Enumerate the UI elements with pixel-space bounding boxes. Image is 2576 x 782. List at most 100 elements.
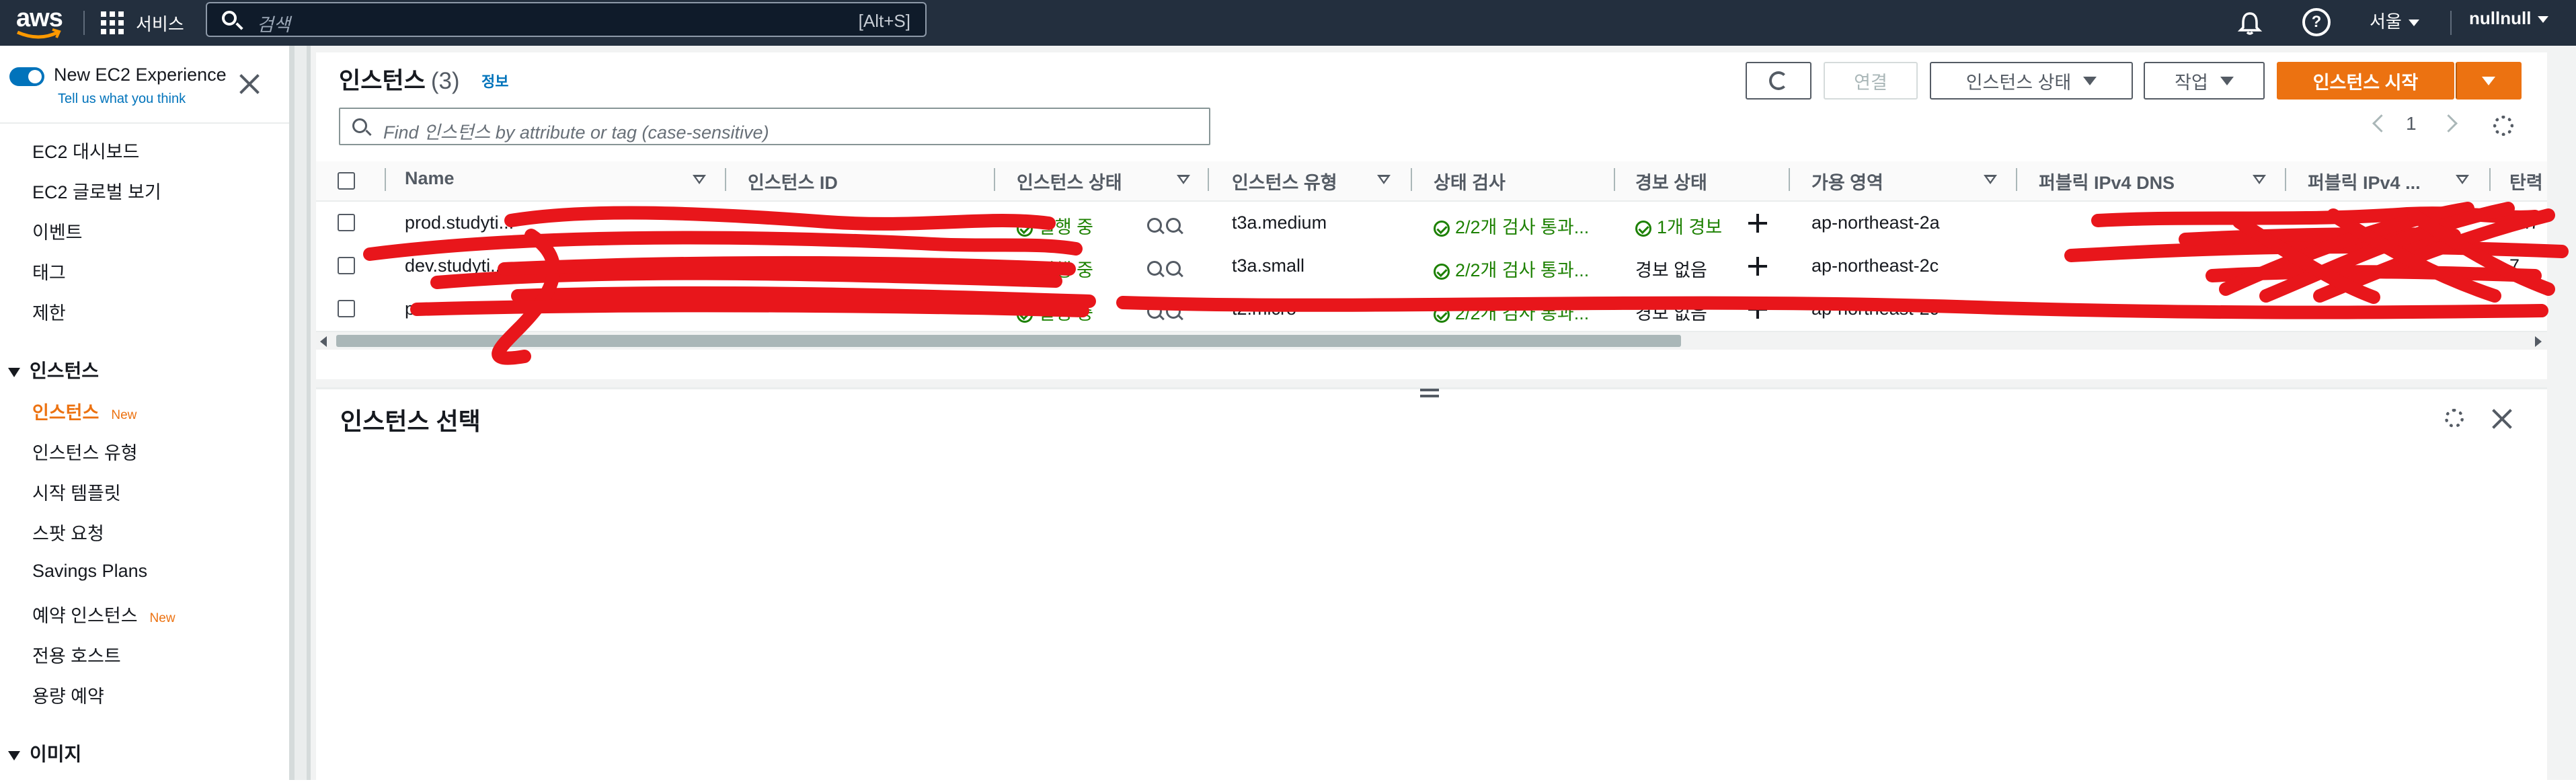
sidebar-item-label: 예약 인스턴스 — [32, 606, 138, 626]
info-link[interactable]: 정보 — [481, 70, 508, 91]
sidebar-item-instance-types[interactable]: 인스턴스 유형 — [32, 438, 138, 465]
column-header-name[interactable]: Name — [405, 168, 455, 189]
actions-button[interactable]: 작업 — [2144, 62, 2265, 100]
scroll-right-icon[interactable] — [2535, 336, 2542, 347]
sort-icon[interactable] — [1984, 175, 1997, 184]
new-experience-toggle[interactable] — [9, 67, 44, 86]
aws-logo[interactable]: aws — [13, 3, 65, 43]
connect-button[interactable]: 연결 — [1824, 62, 1918, 100]
row-checkbox[interactable] — [338, 257, 355, 274]
state-zoom-controls[interactable] — [1147, 257, 1185, 278]
sidebar-item-limits[interactable]: 제한 — [32, 299, 66, 325]
instance-state-label: 인스턴스 상태 — [1965, 72, 2072, 93]
close-icon[interactable] — [238, 73, 261, 95]
sort-icon[interactable] — [1377, 175, 1391, 184]
sidebar-section-images[interactable]: 이미지 — [8, 740, 81, 767]
panel-resize-handle[interactable] — [1420, 389, 1439, 398]
sidebar-item-launch-templates[interactable]: 시작 템플릿 — [32, 479, 121, 505]
column-header-public-ipv4[interactable]: 퍼블릭 IPv4 ... — [2308, 168, 2421, 194]
sort-icon[interactable] — [693, 175, 706, 184]
help-icon[interactable]: ? — [2302, 8, 2331, 36]
table-row[interactable] — [316, 288, 2547, 332]
sidebar-item-tags[interactable]: 태그 — [32, 258, 66, 284]
notifications-bell-icon[interactable] — [2236, 9, 2263, 36]
sidebar-item-spot-requests[interactable]: 스팟 요청 — [32, 519, 104, 545]
instance-state-button[interactable]: 인스턴스 상태 — [1930, 62, 2133, 100]
global-search-input[interactable]: 검색 [Alt+S] — [206, 2, 927, 37]
sort-icon[interactable] — [2253, 175, 2266, 184]
sidebar-item-ec2-global-view[interactable]: EC2 글로벌 보기 — [32, 178, 161, 204]
alarm-status[interactable]: 1개 경보 — [1635, 212, 1722, 239]
select-all-checkbox[interactable] — [338, 172, 355, 190]
sort-icon[interactable] — [1177, 175, 1190, 184]
elastic-ip: .2.7 — [2509, 212, 2540, 233]
status-check[interactable]: 2/2개 검사 통과... — [1434, 212, 1589, 239]
table-settings-gear-icon[interactable] — [2493, 116, 2513, 136]
sidebar-section-instances[interactable]: 인스턴스 — [8, 356, 99, 383]
sort-icon[interactable] — [2456, 175, 2469, 184]
sidebar-item-label: 인스턴스 — [32, 403, 100, 423]
sidebar-item-reserved-instances[interactable]: 예약 인스턴스 New — [32, 601, 175, 627]
table-row[interactable] — [316, 245, 2547, 289]
sidebar-item-dedicated-hosts[interactable]: 전용 호스트 — [32, 641, 121, 668]
sidebar-item-savings-plans[interactable]: Savings Plans — [32, 561, 147, 582]
column-header-instance-state[interactable]: 인스턴스 상태 — [1017, 168, 1122, 194]
search-shortcut-hint: [Alt+S] — [858, 11, 910, 31]
column-header-public-dns[interactable]: 퍼블릭 IPv4 DNS — [2039, 168, 2175, 194]
search-placeholder: 검색 — [257, 15, 290, 35]
zoom-in-icon[interactable] — [1147, 217, 1162, 233]
caret-down-icon — [8, 750, 20, 760]
launch-instances-dropdown[interactable] — [2456, 62, 2522, 100]
alarm-status[interactable]: 경보 없음 — [1635, 256, 1707, 282]
services-menu[interactable]: 서비스 — [101, 5, 184, 40]
page-number[interactable]: 1 — [2406, 113, 2417, 134]
status-check[interactable]: 2/2개 검사 통과... — [1434, 256, 1589, 282]
column-header-status-check[interactable]: 상태 검사 — [1434, 168, 1506, 194]
state-zoom-controls[interactable] — [1147, 300, 1185, 321]
sidebar-scrollbar-thumb[interactable] — [295, 46, 307, 780]
instance-name[interactable]: pro... — [405, 299, 446, 319]
column-header-alarm-status[interactable]: 경보 상태 — [1635, 168, 1707, 194]
scroll-left-icon[interactable] — [320, 336, 327, 347]
instance-count: (3) — [430, 68, 460, 94]
column-header-instance-id[interactable]: 인스턴스 ID — [748, 168, 838, 194]
success-check-icon — [1434, 263, 1450, 280]
add-alarm-icon[interactable] — [1748, 214, 1767, 233]
instance-filter-input[interactable]: Find 인스턴스 by attribute or tag (case-sens… — [339, 108, 1210, 145]
instance-state: 실행 중 — [1017, 256, 1093, 282]
refresh-button[interactable] — [1746, 62, 1811, 100]
zoom-out-icon[interactable] — [1166, 303, 1181, 319]
sidebar-item-capacity-reservations[interactable]: 용량 예약 — [32, 682, 104, 708]
instance-name[interactable]: dev.studyti... — [405, 256, 506, 276]
sidebar-item-ec2-dashboard[interactable]: EC2 대시보드 — [32, 137, 139, 163]
apps-grid-icon — [101, 11, 124, 34]
instance-name[interactable]: prod.studyti... — [405, 212, 514, 233]
availability-zone: ap-northeast-2c — [1811, 256, 1939, 276]
column-header-availability-zone[interactable]: 가용 영역 — [1811, 168, 1883, 194]
table-row[interactable] — [316, 202, 2547, 246]
state-zoom-controls[interactable] — [1147, 214, 1185, 235]
feedback-link[interactable]: Tell us what you think — [58, 91, 186, 107]
add-alarm-icon[interactable] — [1748, 257, 1767, 276]
table-scrollbar-thumb[interactable] — [336, 335, 1681, 347]
column-header-elastic-ip[interactable]: 탄력 — [2509, 168, 2543, 194]
row-checkbox[interactable] — [338, 214, 355, 231]
zoom-in-icon[interactable] — [1147, 260, 1162, 276]
region-selector[interactable]: 서울 — [2370, 8, 2419, 33]
row-checkbox[interactable] — [338, 300, 355, 317]
alarm-status[interactable]: 경보 없음 — [1635, 299, 1707, 325]
zoom-out-icon[interactable] — [1166, 260, 1181, 276]
zoom-in-icon[interactable] — [1147, 303, 1162, 319]
sidebar-item-instances[interactable]: 인스턴스 New — [32, 398, 136, 424]
account-menu[interactable]: nullnull — [2469, 8, 2549, 29]
sidebar-item-events[interactable]: 이벤트 — [32, 218, 83, 244]
close-icon[interactable] — [2491, 407, 2513, 430]
status-check[interactable]: 2/2개 검사 통과... — [1434, 299, 1589, 325]
zoom-out-icon[interactable] — [1166, 217, 1181, 233]
success-check-icon — [1434, 306, 1450, 323]
add-alarm-icon[interactable] — [1748, 300, 1767, 319]
details-settings-gear-icon[interactable] — [2445, 409, 2464, 428]
elastic-ip: – — [2509, 299, 2520, 319]
launch-instances-button[interactable]: 인스턴스 시작 — [2277, 62, 2454, 100]
column-header-instance-type[interactable]: 인스턴스 유형 — [1232, 168, 1337, 194]
